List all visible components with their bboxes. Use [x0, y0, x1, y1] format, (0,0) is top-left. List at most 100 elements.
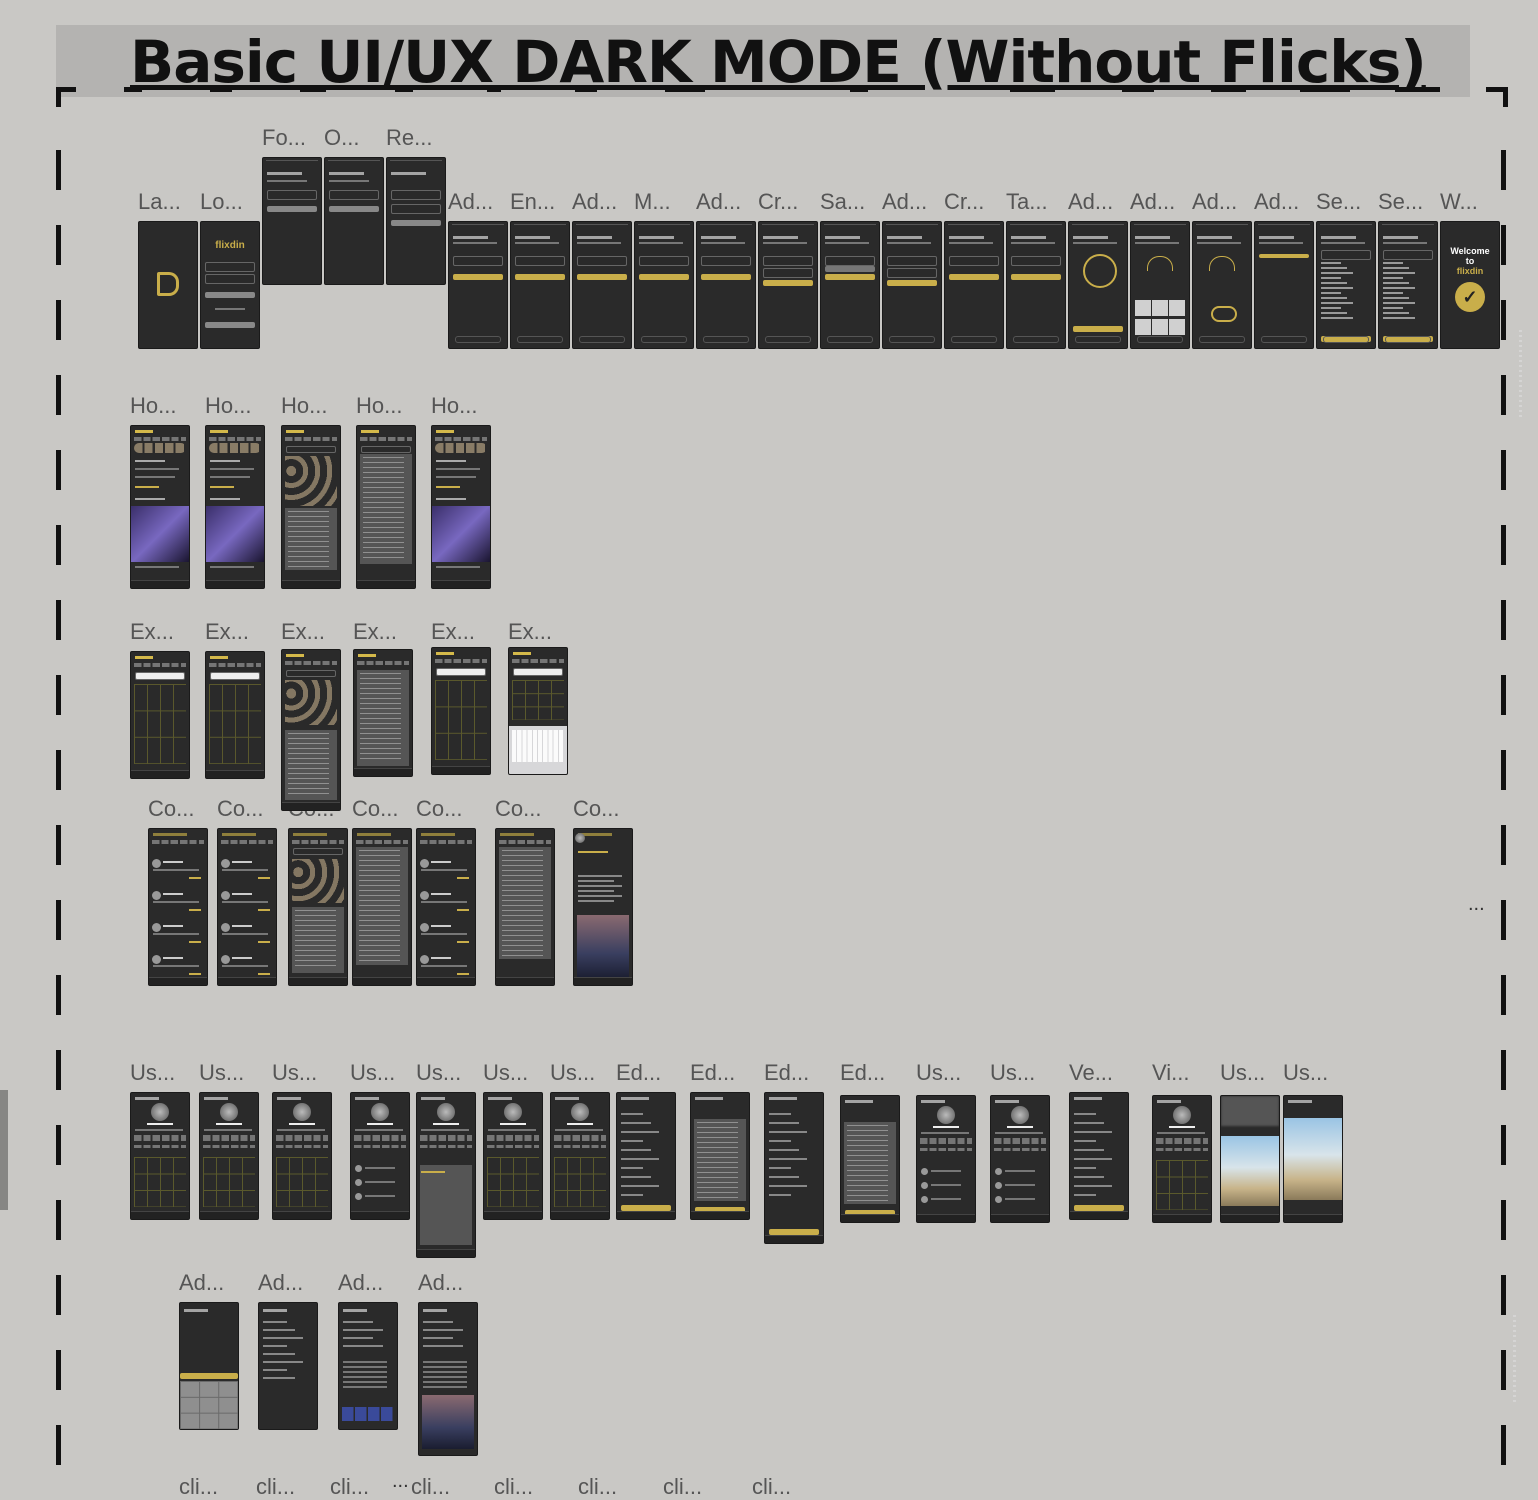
frame-label[interactable]: Ed... — [690, 1060, 735, 1086]
frame-add-domain[interactable] — [1254, 221, 1314, 349]
frame-label[interactable]: Ho... — [130, 393, 176, 419]
frame-user-9[interactable] — [690, 1092, 750, 1220]
frame-add-picture-upload[interactable] — [1192, 221, 1252, 349]
frame-welcome[interactable]: Welcome to flixdin ✓ — [1440, 221, 1500, 349]
frame-label[interactable]: Co... — [573, 796, 619, 822]
frame-user-5[interactable] — [416, 1092, 476, 1258]
frame-label[interactable]: Fo... — [262, 125, 306, 151]
frame-label[interactable]: Us... — [272, 1060, 317, 1086]
frame-label[interactable]: Ex... — [205, 619, 249, 645]
frame-label[interactable]: Ad... — [572, 189, 617, 215]
frame-label[interactable]: Us... — [1220, 1060, 1265, 1086]
frame-label[interactable]: La... — [138, 189, 181, 215]
frame-home-4[interactable] — [356, 425, 416, 589]
frame-label[interactable]: Ad... — [418, 1270, 463, 1296]
frame-select-skills[interactable] — [1378, 221, 1438, 349]
frame-label[interactable]: Ad... — [1254, 189, 1299, 215]
frame-user-17[interactable] — [1283, 1095, 1343, 1223]
frame-connection-call-3[interactable] — [288, 828, 348, 986]
frame-label[interactable]: Ad... — [1130, 189, 1175, 215]
frame-label[interactable]: Us... — [199, 1060, 244, 1086]
frame-label[interactable]: Re... — [386, 125, 432, 151]
frame-reset-password[interactable] — [386, 157, 446, 285]
frame-label[interactable]: Co... — [217, 796, 263, 822]
frame-label[interactable]: cli... — [256, 1474, 295, 1500]
frame-add-email[interactable] — [448, 221, 508, 349]
frame-label[interactable]: Sa... — [820, 189, 865, 215]
frame-label[interactable]: cli... — [179, 1474, 218, 1500]
frame-label[interactable]: cli... — [330, 1474, 369, 1500]
frame-label[interactable]: Ad... — [882, 189, 927, 215]
frame-connection-call-6[interactable] — [495, 828, 555, 986]
frame-label[interactable]: cli... — [578, 1474, 617, 1500]
frame-label[interactable]: Ho... — [431, 393, 477, 419]
frame-forgot-password[interactable] — [262, 157, 322, 285]
frame-user-2[interactable] — [199, 1092, 259, 1220]
frame-connection-call-5[interactable] — [416, 828, 476, 986]
frame-label[interactable]: cli... — [752, 1474, 791, 1500]
frame-user-7[interactable] — [550, 1092, 610, 1220]
frame-label[interactable]: Lo... — [200, 189, 243, 215]
frame-mobile-verify[interactable] — [634, 221, 694, 349]
frame-home-5[interactable] — [431, 425, 491, 589]
frame-user-12[interactable] — [916, 1095, 976, 1223]
frame-label[interactable]: Us... — [990, 1060, 1035, 1086]
frame-label[interactable]: Se... — [1316, 189, 1361, 215]
frame-user-1[interactable] — [130, 1092, 190, 1220]
frame-label[interactable]: Us... — [350, 1060, 395, 1086]
frame-user-14[interactable] — [1069, 1092, 1129, 1220]
frame-explore-5[interactable] — [431, 647, 491, 775]
frame-select-domain[interactable] — [1316, 221, 1376, 349]
frame-label[interactable]: Us... — [550, 1060, 595, 1086]
frame-terms[interactable] — [1006, 221, 1066, 349]
frame-label[interactable]: Co... — [495, 796, 541, 822]
frame-label[interactable]: Ad... — [1068, 189, 1113, 215]
frame-add-picture-grid[interactable] — [1130, 221, 1190, 349]
frame-label[interactable]: Vi... — [1152, 1060, 1190, 1086]
frame-label[interactable]: Co... — [148, 796, 194, 822]
frame-label[interactable]: Ho... — [205, 393, 251, 419]
frame-label[interactable]: cli... — [494, 1474, 533, 1500]
frame-label[interactable]: Us... — [1283, 1060, 1328, 1086]
frame-label[interactable]: cli... — [663, 1474, 702, 1500]
frame-launch-screen[interactable] — [138, 221, 198, 349]
frame-home-2[interactable] — [205, 425, 265, 589]
frame-label[interactable]: Us... — [916, 1060, 961, 1086]
frame-label[interactable]: Co... — [416, 796, 462, 822]
frame-label[interactable]: Ho... — [281, 393, 327, 419]
frame-create-username[interactable] — [944, 221, 1004, 349]
frame-connection-call-1[interactable] — [148, 828, 208, 986]
frame-label[interactable]: Ex... — [508, 619, 552, 645]
frame-add-4[interactable] — [418, 1302, 478, 1456]
frame-label[interactable]: Us... — [483, 1060, 528, 1086]
frame-add-birthday[interactable] — [882, 221, 942, 349]
frame-home-1[interactable] — [130, 425, 190, 589]
frame-label[interactable]: Ad... — [179, 1270, 224, 1296]
frame-home-3[interactable] — [281, 425, 341, 589]
overflow-indicator[interactable]: ... — [1468, 893, 1485, 916]
frame-label[interactable]: En... — [510, 189, 555, 215]
frame-user-4[interactable] — [350, 1092, 410, 1220]
frame-user-15[interactable] — [1152, 1095, 1212, 1223]
frame-otp[interactable] — [324, 157, 384, 285]
frame-user-6[interactable] — [483, 1092, 543, 1220]
frame-label[interactable]: Ex... — [431, 619, 475, 645]
frame-label[interactable]: Cr... — [758, 189, 798, 215]
frame-label[interactable]: Ho... — [356, 393, 402, 419]
frame-login[interactable]: flixdin — [200, 221, 260, 349]
frame-save-login[interactable] — [820, 221, 880, 349]
frame-label[interactable]: Us... — [130, 1060, 175, 1086]
frame-user-3[interactable] — [272, 1092, 332, 1220]
frame-user-10[interactable] — [764, 1092, 824, 1244]
frame-add-3[interactable] — [338, 1302, 398, 1430]
frame-connection-call-4[interactable] — [352, 828, 412, 986]
frame-user-8[interactable] — [616, 1092, 676, 1220]
frame-label[interactable]: Ed... — [616, 1060, 661, 1086]
frame-label[interactable]: Ad... — [448, 189, 493, 215]
frame-label[interactable]: Ed... — [764, 1060, 809, 1086]
frame-label[interactable]: Ve... — [1069, 1060, 1113, 1086]
frame-user-11[interactable] — [840, 1095, 900, 1223]
frame-add-name[interactable] — [696, 221, 756, 349]
frame-label[interactable]: Cr... — [944, 189, 984, 215]
frame-label[interactable]: Ta... — [1006, 189, 1048, 215]
